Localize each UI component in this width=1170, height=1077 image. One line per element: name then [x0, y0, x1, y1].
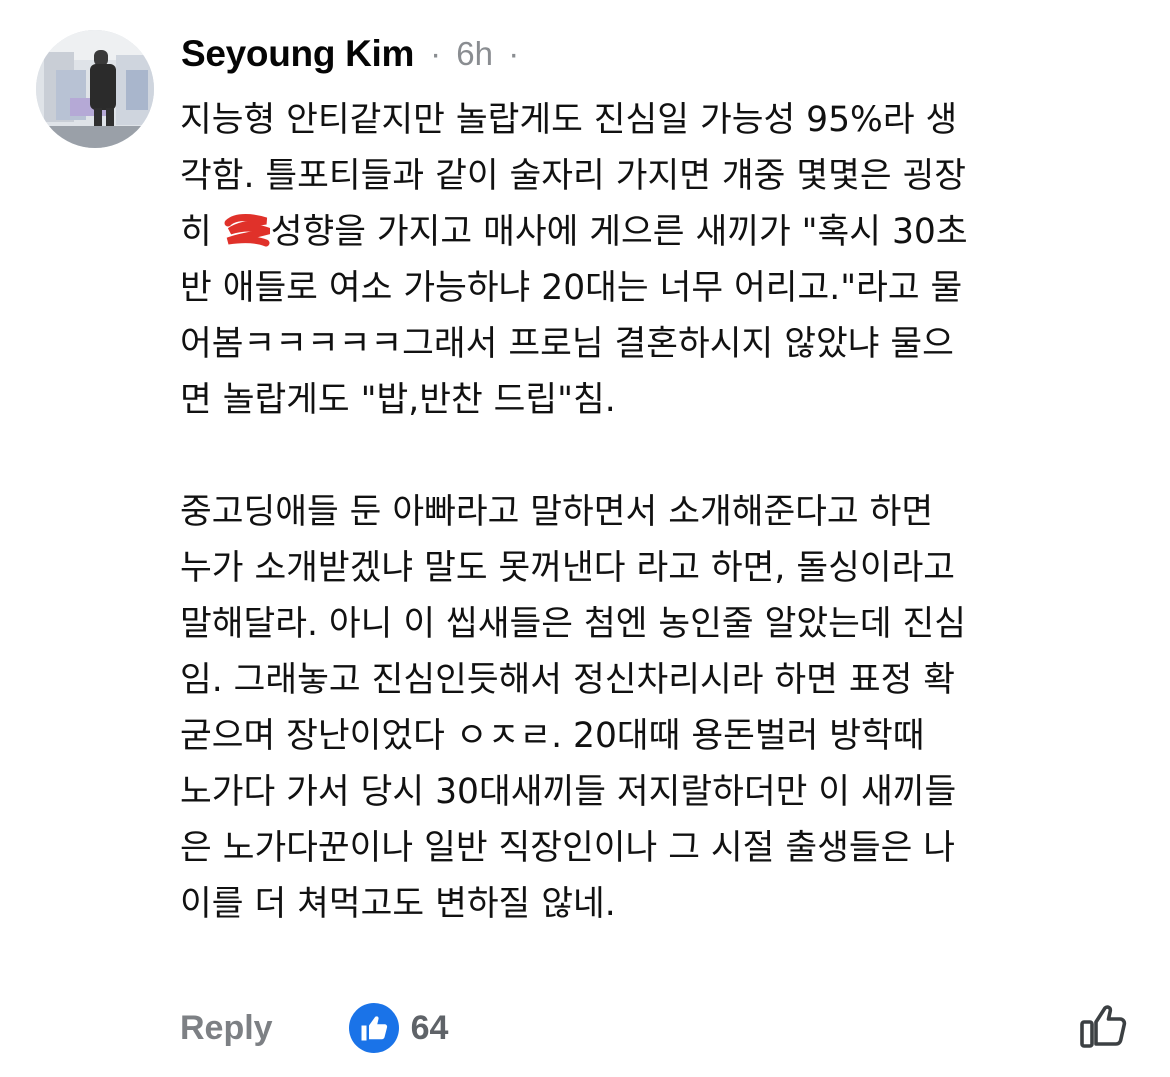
- like-count: 64: [410, 1008, 449, 1047]
- timestamp: 6h: [456, 35, 494, 72]
- comment-body: 지능형 안티같지만 놀랍게도 진심일 가능성 95%라 생 각함. 틀포티들과 …: [180, 92, 1140, 932]
- avatar-photo: [36, 30, 154, 148]
- red-scribble-redaction: [224, 214, 270, 247]
- reaction-summary[interactable]: 64: [348, 1003, 449, 1053]
- comment-meta: · 6h ·: [424, 35, 525, 73]
- comment-line: 각함. 틀포티들과 같이 술자리 가지면 걔중 몇몇은 굉장: [180, 156, 967, 196]
- comment-text: 히: [180, 212, 223, 252]
- comment-line: 노가다 가서 당시 30대새끼들 저지랄하더만 이 새끼들: [180, 772, 957, 812]
- comment-line: 반 애들로 여소 가능하냐 20대는 너무 어리고."라고 물: [180, 268, 963, 308]
- comment-line: 누가 소개받겠냐 말도 못꺼낸다 라고 하면, 돌싱이라고: [180, 548, 956, 588]
- reply-button[interactable]: Reply: [180, 1009, 273, 1048]
- meta-separator: ·: [508, 35, 520, 72]
- comment-line: 히 성향을 가지고 매사에 게으른 새끼가 "혹시 30초: [180, 204, 1140, 260]
- comment-line: 임. 그래놓고 진심인듯해서 정신차리시라 하면 표정 확: [180, 660, 956, 700]
- meta-separator: ·: [430, 35, 442, 72]
- comment-text: 성향을 가지고 매사에 게으른 새끼가 "혹시 30초: [270, 212, 968, 252]
- comment-line: 굳으며 장난이었다 ㅇㅈㄹ. 20대때 용돈벌러 방학때: [180, 716, 925, 756]
- avatar[interactable]: [36, 30, 154, 148]
- comment-card: Seyoung Kim · 6h · 지능형 안티같지만 놀랍게도 진심일 가능…: [0, 0, 1170, 1077]
- comment-line: 어봄ㅋㅋㅋㅋㅋ그래서 프로님 결혼하시지 않았냐 물으: [180, 324, 954, 364]
- comment-paragraph: 지능형 안티같지만 놀랍게도 진심일 가능성 95%라 생 각함. 틀포티들과 …: [180, 92, 1140, 428]
- author-name[interactable]: Seyoung Kim: [181, 33, 414, 75]
- comment-line: 중고딩애들 둔 아빠라고 말하면서 소개해준다고 하면: [180, 492, 934, 532]
- comment-paragraph: 중고딩애들 둔 아빠라고 말하면서 소개해준다고 하면 누가 소개받겠냐 말도 …: [180, 484, 1140, 932]
- comment-line: 은 노가다꾼이나 일반 직장인이나 그 시절 출생들은 나: [180, 828, 956, 868]
- thumbs-up-outline-icon[interactable]: [1078, 1000, 1130, 1052]
- comment-line: 지능형 안티같지만 놀랍게도 진심일 가능성 95%라 생: [180, 100, 958, 140]
- comment-line: 이를 더 쳐먹고도 변하질 않네.: [180, 884, 616, 924]
- comment-line: 말해달라. 아니 이 씹새들은 첨엔 농인줄 알았는데 진심: [180, 604, 967, 644]
- thumbs-up-icon: [348, 1003, 399, 1053]
- comment-header: Seyoung Kim · 6h ·: [181, 28, 525, 80]
- comment-actions: Reply 64: [180, 1000, 1130, 1056]
- comment-line: 면 놀랍게도 "밥,반찬 드립"침.: [180, 380, 616, 420]
